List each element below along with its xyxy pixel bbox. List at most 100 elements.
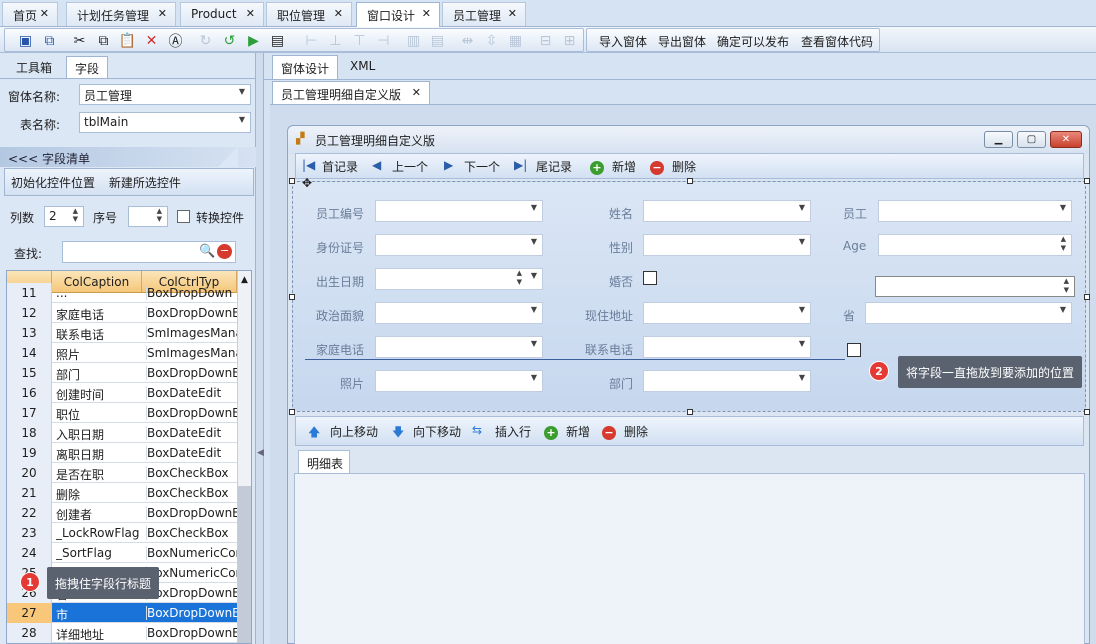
search-input[interactable]: 🔍 − <box>62 241 236 263</box>
insert-row-button[interactable]: 插入行 <box>495 423 531 440</box>
cell-ctrl-type[interactable]: BoxCheckBox <box>146 526 237 540</box>
tab-product[interactable]: Product ✕ <box>180 2 264 26</box>
tab-home[interactable]: 首页 ✕ <box>2 2 58 26</box>
grid-icon[interactable]: ▦ <box>507 32 524 49</box>
run-icon[interactable]: ▶ <box>245 32 262 49</box>
v-space-icon[interactable]: ⇳ <box>483 32 500 49</box>
save-icon[interactable]: ▣ <box>17 32 34 49</box>
save-all-icon[interactable]: ⧉ <box>41 32 58 49</box>
table-row[interactable]: 14 照片 SmImagesMana <box>7 343 237 363</box>
row-number[interactable]: 23 <box>7 523 52 543</box>
tab-design-doc[interactable]: 员工管理明细自定义版 ✕ <box>272 81 430 105</box>
photo-field[interactable]: ▼ <box>375 370 543 392</box>
add-row-button[interactable]: 新增 <box>566 423 590 440</box>
layout-icon[interactable]: ▤ <box>269 32 286 49</box>
maximize-button[interactable]: ▢ <box>1017 131 1046 148</box>
row-number[interactable]: 14 <box>7 343 52 363</box>
search-icon[interactable]: 🔍 <box>199 244 215 259</box>
cut-icon[interactable]: ✂ <box>71 32 88 49</box>
resize-handle[interactable] <box>289 409 295 415</box>
cell-caption[interactable]: 离职日期 <box>56 446 144 463</box>
row-number[interactable]: 28 <box>7 623 52 643</box>
cell-caption[interactable]: 市 <box>56 606 144 623</box>
cell-ctrl-type[interactable]: BoxNumericCor <box>146 546 237 560</box>
window-name-combo[interactable]: 员工管理 ▼ <box>79 84 251 105</box>
table-row[interactable]: 12 家庭电话 BoxDropDownE <box>7 303 237 323</box>
row-number[interactable]: 11 <box>7 283 52 303</box>
close-button[interactable]: ✕ <box>1050 131 1082 148</box>
table-row[interactable]: 13 联系电话 SmImagesMana <box>7 323 237 343</box>
new-controls-button[interactable]: 新建所选控件 <box>109 176 181 190</box>
close-icon[interactable]: ✕ <box>158 7 167 20</box>
table-row[interactable]: 24 _SortFlag BoxNumericCor <box>7 543 237 563</box>
cell-ctrl-type[interactable]: BoxDropDownE <box>146 406 237 420</box>
cell-ctrl-type[interactable]: SmImagesMana <box>146 346 237 360</box>
row-number[interactable]: 24 <box>7 543 52 563</box>
row-number[interactable]: 27 <box>7 603 52 623</box>
address-field[interactable]: ▼ <box>643 302 811 324</box>
same-height-icon[interactable]: ▤ <box>429 32 446 49</box>
tab-form-design[interactable]: 窗体设计 <box>272 55 338 79</box>
table-row[interactable]: 27 市 BoxDropDownE <box>7 603 237 623</box>
delete-button[interactable]: 删除 <box>672 158 696 175</box>
next-button[interactable]: 下一个 <box>464 158 500 175</box>
home-phone-field[interactable]: ▼ <box>375 336 543 358</box>
resize-handle[interactable] <box>1084 294 1090 300</box>
center-v-icon[interactable]: ⊞ <box>561 32 578 49</box>
delete-row-button[interactable]: 删除 <box>624 423 648 440</box>
init-position-button[interactable]: 初始化控件位置 <box>11 176 95 190</box>
married-checkbox[interactable] <box>643 271 657 285</box>
align-top-icon[interactable]: ⊤ <box>351 32 368 49</box>
tab-detail-table[interactable]: 明细表 <box>298 450 350 474</box>
close-icon[interactable]: ✕ <box>246 7 255 20</box>
unnamed-spinner[interactable]: ▲ ▼ <box>875 276 1075 297</box>
detail-table-area[interactable] <box>294 473 1085 644</box>
publish-button[interactable]: 确定可以发布 <box>717 33 789 50</box>
scrollbar-thumb[interactable] <box>238 486 251 643</box>
resize-handle[interactable] <box>687 409 693 415</box>
row-number[interactable]: 20 <box>7 463 52 483</box>
table-row[interactable]: 11... BoxDropDown <box>7 283 237 303</box>
table-row[interactable]: 18 入职日期 BoxDateEdit <box>7 423 237 443</box>
tab-xml[interactable]: XML <box>342 55 382 79</box>
import-form-button[interactable]: 导入窗体 <box>599 33 647 50</box>
clear-icon[interactable]: − <box>217 244 232 259</box>
cell-caption[interactable]: 删除 <box>56 486 144 503</box>
table-name-combo[interactable]: tblMain ▼ <box>79 112 251 133</box>
cell-caption[interactable]: 创建时间 <box>56 386 144 403</box>
move-up-button[interactable]: 向上移动 <box>330 423 378 440</box>
move-down-button[interactable]: 向下移动 <box>413 423 461 440</box>
tab-position[interactable]: 职位管理 ✕ <box>266 2 352 26</box>
row-number[interactable]: 21 <box>7 483 52 503</box>
cell-ctrl-type[interactable]: BoxDropDownE <box>146 606 237 620</box>
collapse-icon[interactable]: ◀ <box>257 448 264 458</box>
tab-plan-tasks[interactable]: 计划任务管理 ✕ <box>66 2 176 26</box>
cell-ctrl-type[interactable]: BoxDropDown <box>146 286 237 300</box>
cell-ctrl-type[interactable]: BoxDropDownE <box>146 626 237 640</box>
province-field[interactable]: ▼ <box>865 302 1072 324</box>
align-right-icon[interactable]: ⊣ <box>375 32 392 49</box>
scroll-up-icon[interactable]: ▲ <box>241 275 248 285</box>
cell-caption[interactable]: 职位 <box>56 406 144 423</box>
cell-ctrl-type[interactable]: BoxCheckBox <box>146 486 237 500</box>
first-record-button[interactable]: 首记录 <box>322 158 358 175</box>
cell-caption[interactable]: 入职日期 <box>56 426 144 443</box>
delete-icon[interactable]: ✕ <box>143 32 160 49</box>
name-field[interactable]: ▼ <box>643 200 811 222</box>
cell-ctrl-type[interactable]: BoxDropDownE <box>146 366 237 380</box>
cell-ctrl-type[interactable]: BoxDropDownE <box>146 306 237 320</box>
table-row[interactable]: 22 创建者 BoxDropDownE <box>7 503 237 523</box>
id-no-field[interactable]: ▼ <box>375 234 543 256</box>
resize-handle[interactable] <box>1084 409 1090 415</box>
cell-ctrl-type[interactable]: BoxDateEdit <box>146 446 237 460</box>
row-number[interactable]: 16 <box>7 383 52 403</box>
add-button[interactable]: 新增 <box>612 158 636 175</box>
same-width-icon[interactable]: ▥ <box>405 32 422 49</box>
refresh-icon[interactable]: ↺ <box>221 32 238 49</box>
table-row[interactable]: 17 职位 BoxDropDownE <box>7 403 237 423</box>
row-number[interactable]: 15 <box>7 363 52 383</box>
table-row[interactable]: 20 是否在职 BoxCheckBox <box>7 463 237 483</box>
table-row[interactable]: 16 创建时间 BoxDateEdit <box>7 383 237 403</box>
employee-field[interactable]: ▼ <box>878 200 1072 222</box>
paste-icon[interactable]: 📋 <box>119 32 136 49</box>
